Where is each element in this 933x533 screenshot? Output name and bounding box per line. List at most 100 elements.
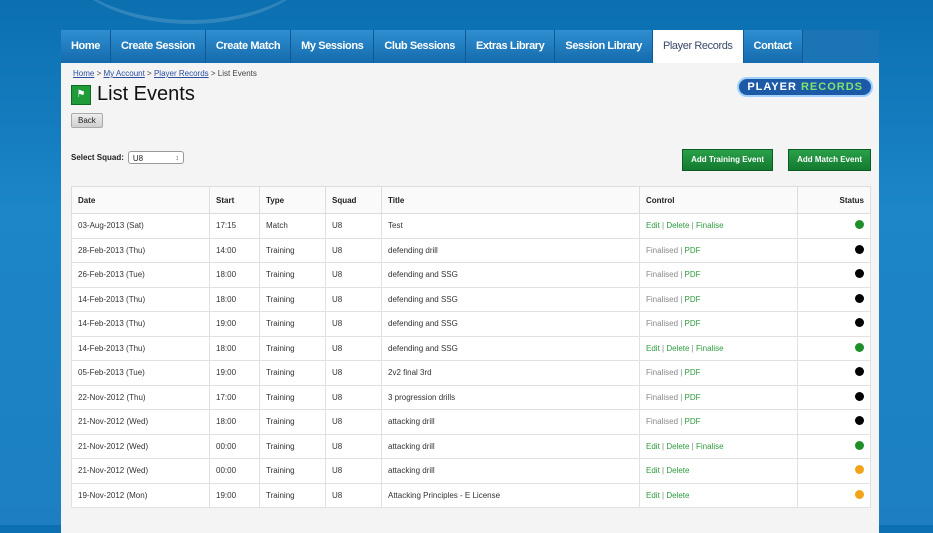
control-link-pdf[interactable]: PDF <box>685 319 701 328</box>
cell-title: attacking drill <box>381 458 640 484</box>
nav-item-home[interactable]: Home <box>61 30 111 63</box>
add-match-event-button[interactable]: Add Match Event <box>788 149 871 171</box>
cell-squad: U8 <box>325 237 382 263</box>
cell-title: 3 progression drills <box>381 384 640 410</box>
control-link-pdf[interactable]: PDF <box>685 368 701 377</box>
cell-type: Training <box>259 458 326 484</box>
control-link-pdf[interactable]: PDF <box>685 295 701 304</box>
control-text: Finalised | <box>646 417 685 427</box>
player-records-logo: PLAYER RECORDS <box>737 77 873 97</box>
breadcrumb-my-account[interactable]: My Account <box>103 69 144 78</box>
control-link-pdf[interactable]: PDF <box>685 270 701 279</box>
column-header-control: Control <box>639 186 798 214</box>
status-dot-icon <box>855 220 864 230</box>
table-row: 21-Nov-2012 (Wed) 00:00 Training U8 attackin… <box>71 433 871 459</box>
squad-label: Select Squad: <box>71 153 124 162</box>
squad-select-value: U8 <box>132 154 144 163</box>
status-dot-icon <box>855 416 864 426</box>
status-dot-icon <box>855 293 864 303</box>
nav-item-player-records[interactable]: Player Records <box>652 30 744 63</box>
cell-title: 2v2 final 3rd <box>381 360 640 386</box>
cell-status <box>797 262 871 288</box>
status-dot-icon <box>855 391 864 401</box>
cell-control: Edit | Delete | Finalise <box>639 335 798 361</box>
cell-type: Training <box>259 384 326 410</box>
cell-start: 18:00 <box>209 335 260 361</box>
table-row: 05-Feb-2013 (Tue) 19:00 Training U8 2v2 fina… <box>71 360 871 386</box>
cell-date: 28-Feb-2013 (Thu) <box>71 237 210 263</box>
nav-item-club-sessions[interactable]: Club Sessions <box>374 30 466 63</box>
control-text: Finalised | <box>646 392 685 402</box>
column-header-title: Title <box>381 186 640 214</box>
back-button[interactable]: Back <box>71 113 103 128</box>
cell-start: 17:00 <box>209 384 260 410</box>
control-text: Finalised | <box>646 245 685 255</box>
cell-status <box>797 458 871 484</box>
logo-text-records: RECORDS <box>800 81 863 93</box>
breadcrumb: Home > My Account > Player Records > Lis… <box>73 69 257 78</box>
table-header-row: Date Start Type Squad Title Control Stat… <box>71 186 871 214</box>
cell-start: 00:00 <box>209 433 260 459</box>
cell-date: 05-Feb-2013 (Tue) <box>71 360 210 386</box>
control-link-finalise[interactable]: Finalise <box>696 442 724 451</box>
control-link-edit[interactable]: Edit <box>646 466 660 475</box>
status-dot-icon <box>855 440 864 450</box>
cell-squad: U8 <box>325 286 382 312</box>
nav-item-create-session[interactable]: Create Session <box>110 30 206 63</box>
squad-select[interactable]: U8 ↕ <box>127 151 184 164</box>
control-link-edit[interactable]: Edit <box>646 221 660 230</box>
cell-title: defending and SSG <box>381 286 640 312</box>
cell-control: Finalised | PDF <box>639 360 798 386</box>
control-link-finalise[interactable]: Finalise <box>696 344 724 353</box>
nav-item-my-sessions[interactable]: My Sessions <box>291 30 375 63</box>
cell-control: Finalised | PDF <box>639 286 798 312</box>
cell-date: 14-Feb-2013 (Thu) <box>71 311 210 337</box>
cell-squad: U8 <box>325 213 382 239</box>
nav-item-session-library[interactable]: Session Library <box>555 30 653 63</box>
table-row: 22-Nov-2012 (Thu) 17:00 Training U8 3 progre… <box>71 384 871 410</box>
status-dot-icon <box>855 342 864 352</box>
cell-title: defending and SSG <box>381 311 640 337</box>
cell-title: Attacking Principles - E License <box>381 482 640 508</box>
cell-control: Finalised | PDF <box>639 384 798 410</box>
control-text: Finalised | <box>646 319 685 329</box>
cell-squad: U8 <box>325 262 382 288</box>
control-link-edit[interactable]: Edit <box>646 491 660 500</box>
cell-start: 19:00 <box>209 360 260 386</box>
status-dot-icon <box>855 489 864 499</box>
column-header-start: Start <box>209 186 260 214</box>
table-row: 26-Feb-2013 (Tue) 18:00 Training U8 defendin… <box>71 262 871 288</box>
control-link-delete[interactable]: Delete <box>666 491 689 500</box>
cell-squad: U8 <box>325 458 382 484</box>
control-link-delete[interactable]: Delete <box>666 221 689 230</box>
nav-item-contact[interactable]: Contact <box>743 30 803 63</box>
breadcrumb-player-records[interactable]: Player Records <box>154 69 209 78</box>
cell-control: Finalised | PDF <box>639 311 798 337</box>
control-link-finalise[interactable]: Finalise <box>696 221 724 230</box>
control-link-delete[interactable]: Delete <box>666 344 689 353</box>
table-row: 19-Nov-2012 (Mon) 19:00 Training U8 Attackin… <box>71 482 871 508</box>
nav-item-create-match[interactable]: Create Match <box>205 30 292 63</box>
breadcrumb-home[interactable]: Home <box>73 69 94 78</box>
cell-status <box>797 433 871 459</box>
events-table: Date Start Type Squad Title Control Stat… <box>71 186 871 508</box>
cell-start: 18:00 <box>209 409 260 435</box>
control-link-pdf[interactable]: PDF <box>685 393 701 402</box>
cell-control: Edit | Delete <box>639 458 798 484</box>
cell-status <box>797 384 871 410</box>
control-link-edit[interactable]: Edit <box>646 442 660 451</box>
cell-type: Match <box>259 213 326 239</box>
events-table-body: 03-Aug-2013 (Sat) 17:15 Match U8 Test Edit | … <box>71 213 871 508</box>
cell-control: Edit | Delete | Finalise <box>639 213 798 239</box>
control-link-delete[interactable]: Delete <box>666 442 689 451</box>
control-link-edit[interactable]: Edit <box>646 344 660 353</box>
control-link-pdf[interactable]: PDF <box>685 417 701 426</box>
flag-icon: ⚑ <box>71 84 91 105</box>
control-link-delete[interactable]: Delete <box>666 466 689 475</box>
control-link-pdf[interactable]: PDF <box>685 246 701 255</box>
cell-squad: U8 <box>325 433 382 459</box>
cell-status <box>797 409 871 435</box>
add-training-event-button[interactable]: Add Training Event <box>682 149 773 171</box>
column-header-date: Date <box>71 186 210 214</box>
nav-item-extras-library[interactable]: Extras Library <box>466 30 556 63</box>
